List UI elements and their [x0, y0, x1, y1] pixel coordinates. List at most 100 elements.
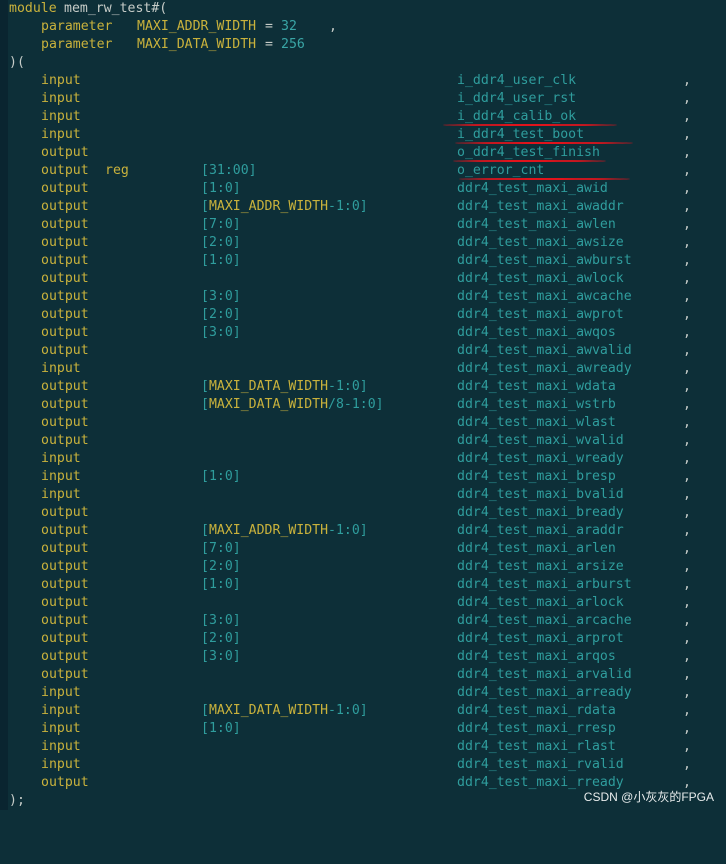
- port-width: [1:0]: [201, 181, 241, 196]
- port-line: input [1:0] ddr4_test_maxi_bresp,: [0, 468, 726, 486]
- port-signal-name: ddr4_test_maxi_awsize: [457, 235, 624, 250]
- port-separator: ,: [683, 127, 691, 142]
- port-line: output [MAXI_ADDR_WIDTH-1:0] ddr4_test_max…: [0, 198, 726, 216]
- port-direction: input: [41, 703, 81, 718]
- port-line: input i_ddr4_calib_ok,: [0, 108, 726, 126]
- port-separator: ,: [683, 343, 691, 358]
- port-line: output [MAXI_DATA_WIDTH/8-1:0] ddr4_test_m…: [0, 396, 726, 414]
- port-separator: ,: [683, 73, 691, 88]
- line-gutter: [0, 756, 8, 774]
- line-gutter: [0, 666, 8, 684]
- port-separator: ,: [683, 451, 691, 466]
- port-separator: ,: [683, 667, 691, 682]
- port-signal-name: ddr4_test_maxi_awburst: [457, 253, 632, 268]
- parameter-keyword: parameter: [41, 37, 113, 52]
- port-signal-name: ddr4_test_maxi_arqos: [457, 649, 616, 664]
- port-width: [1:0]: [201, 253, 241, 268]
- port-separator: ,: [683, 235, 691, 250]
- port-direction: output: [41, 181, 89, 196]
- line-gutter: [0, 234, 8, 252]
- port-line: output ddr4_test_maxi_wlast,: [0, 414, 726, 432]
- port-line: output ddr4_test_maxi_bready,: [0, 504, 726, 522]
- port-separator: ,: [683, 253, 691, 268]
- port-line: output ddr4_test_maxi_awlock,: [0, 270, 726, 288]
- red-underline-mark: [459, 178, 630, 180]
- port-width: [1:0]: [201, 469, 241, 484]
- port-line: output [2:0] ddr4_test_maxi_awprot,: [0, 306, 726, 324]
- parameter-name: MAXI_DATA_WIDTH: [137, 37, 257, 52]
- port-direction: input: [41, 361, 81, 376]
- port-signal-name: ddr4_test_maxi_awvalid: [457, 343, 632, 358]
- port-separator: ,: [683, 577, 691, 592]
- port-line: output [7:0] ddr4_test_maxi_awlen,: [0, 216, 726, 234]
- line-gutter: [0, 414, 8, 432]
- line-gutter: [0, 594, 8, 612]
- port-line: output [1:0] ddr4_test_maxi_arburst,: [0, 576, 726, 594]
- line-gutter: [0, 486, 8, 504]
- port-separator: ,: [683, 631, 691, 646]
- port-signal-name: i_ddr4_user_rst: [457, 91, 577, 106]
- parameter-keyword: parameter: [41, 19, 113, 34]
- port-direction: input: [41, 127, 81, 142]
- port-direction: output: [41, 667, 89, 682]
- line-gutter: [0, 198, 8, 216]
- line-gutter: [0, 558, 8, 576]
- port-line: output [3:0] ddr4_test_maxi_arcache,: [0, 612, 726, 630]
- port-separator: ,: [683, 163, 691, 178]
- module-keyword: module: [9, 1, 57, 16]
- port-width: [3:0]: [201, 289, 241, 304]
- port-signal-name: ddr4_test_maxi_wdata: [457, 379, 616, 394]
- port-separator: ,: [683, 523, 691, 538]
- port-direction: output: [41, 631, 89, 646]
- port-line: output [3:0] ddr4_test_maxi_awqos,: [0, 324, 726, 342]
- port-direction: output: [41, 253, 89, 268]
- port-signal-name: ddr4_test_maxi_arvalid: [457, 667, 632, 682]
- port-separator: ,: [683, 307, 691, 322]
- line-gutter: [0, 108, 8, 126]
- port-line: input ddr4_test_maxi_arready,: [0, 684, 726, 702]
- port-type: reg: [105, 163, 129, 178]
- port-width: [3:0]: [201, 649, 241, 664]
- port-direction: output: [41, 559, 89, 574]
- port-separator: ,: [683, 109, 691, 124]
- code-editor[interactable]: module mem_rw_test#( parameter MAXI_ADDR…: [0, 0, 726, 811]
- line-gutter: [0, 648, 8, 666]
- port-line: output [3:0] ddr4_test_maxi_arqos,: [0, 648, 726, 666]
- port-signal-name: ddr4_test_maxi_awlen: [457, 217, 616, 232]
- line-gutter: [0, 270, 8, 288]
- port-direction: output: [41, 433, 89, 448]
- port-direction: output: [41, 541, 89, 556]
- port-direction: input: [41, 739, 81, 754]
- port-direction: input: [41, 469, 81, 484]
- port-line: output ddr4_test_maxi_arvalid,: [0, 666, 726, 684]
- line-gutter: [0, 126, 8, 144]
- port-signal-name: ddr4_test_maxi_araddr: [457, 523, 624, 538]
- port-signal-name: i_ddr4_user_clk: [457, 73, 577, 88]
- port-width: [MAXI_DATA_WIDTH-1:0]: [201, 703, 368, 718]
- port-signal-name: ddr4_test_maxi_awqos: [457, 325, 616, 340]
- port-signal-name: ddr4_test_maxi_rlast: [457, 739, 616, 754]
- line-gutter: [0, 342, 8, 360]
- port-signal-name: ddr4_test_maxi_arready: [457, 685, 632, 700]
- port-signal-name: ddr4_test_maxi_bresp: [457, 469, 616, 484]
- line-gutter: [0, 774, 8, 792]
- port-direction: output: [41, 649, 89, 664]
- line-gutter: [0, 216, 8, 234]
- port-direction: output: [41, 325, 89, 340]
- port-separator: ,: [683, 433, 691, 448]
- port-line: output [2:0] ddr4_test_maxi_arsize,: [0, 558, 726, 576]
- parameter-line: parameter MAXI_DATA_WIDTH = 256: [0, 36, 726, 54]
- watermark: CSDN @小灰灰的FPGA: [583, 790, 714, 804]
- port-separator: ,: [683, 199, 691, 214]
- line-gutter: [0, 432, 8, 450]
- port-separator: ,: [683, 181, 691, 196]
- port-direction: output: [41, 307, 89, 322]
- line-gutter: [0, 288, 8, 306]
- port-line: output [1:0] ddr4_test_maxi_awid,: [0, 180, 726, 198]
- port-signal-name: ddr4_test_maxi_arprot: [457, 631, 624, 646]
- port-signal-name: ddr4_test_maxi_wstrb: [457, 397, 616, 412]
- port-separator: ,: [683, 397, 691, 412]
- line-gutter: [0, 18, 8, 36]
- port-direction: output: [41, 271, 89, 286]
- port-list-open-line: )(: [0, 54, 726, 72]
